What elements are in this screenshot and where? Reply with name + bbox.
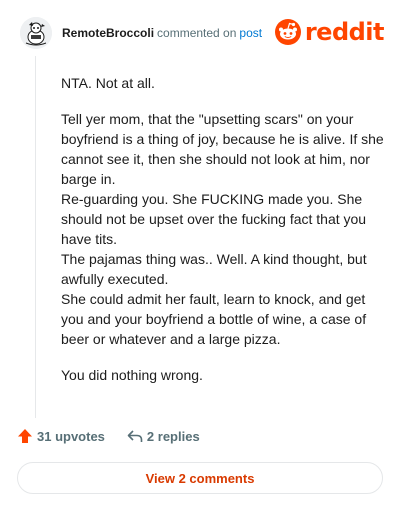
comment-paragraph: You did nothing wrong.	[61, 367, 203, 383]
comment-body: NTA. Not at all. Tell yer mom, that the …	[61, 73, 385, 385]
view-comments-button[interactable]: View 2 comments	[17, 462, 383, 494]
comment-actions: 31 upvotes 2 replies	[17, 428, 200, 444]
upvote-button[interactable]: 31 upvotes	[17, 428, 105, 444]
username-link[interactable]: RemoteBroccoli	[62, 26, 154, 40]
thread-line[interactable]	[35, 56, 36, 418]
upvote-count: 31 upvotes	[37, 428, 105, 444]
reply-arrow-icon	[127, 430, 143, 442]
comment-paragraph: NTA. Not at all.	[61, 75, 155, 91]
reddit-wordmark: reddit	[304, 18, 385, 46]
comment-paragraph: The pajamas thing was.. Well. A kind tho…	[61, 251, 367, 287]
view-comments-label: View 2 comments	[145, 470, 255, 486]
avatar[interactable]	[20, 17, 52, 49]
comment-paragraph: Tell yer mom, that the "upsetting scars"…	[61, 111, 384, 187]
comment-meta: RemoteBroccoli commented on post	[62, 25, 262, 41]
commented-text: commented on	[157, 26, 237, 40]
comment-header: RemoteBroccoli commented on post reddit	[20, 16, 385, 50]
reddit-logo: reddit	[274, 18, 385, 46]
reddit-snoo-icon	[274, 19, 301, 45]
comment-card: RemoteBroccoli commented on post reddit NT…	[0, 0, 400, 512]
comment-paragraph: Re-guarding you. She FUCKING made you. S…	[61, 191, 367, 247]
upvote-arrow-icon	[18, 429, 32, 443]
comment-paragraph: She could admit her fault, learn to knoc…	[61, 291, 367, 347]
replies-button[interactable]: 2 replies	[127, 428, 200, 444]
reply-count: 2 replies	[146, 428, 200, 444]
post-link[interactable]: post	[239, 26, 262, 40]
avatar-icon	[20, 17, 52, 49]
